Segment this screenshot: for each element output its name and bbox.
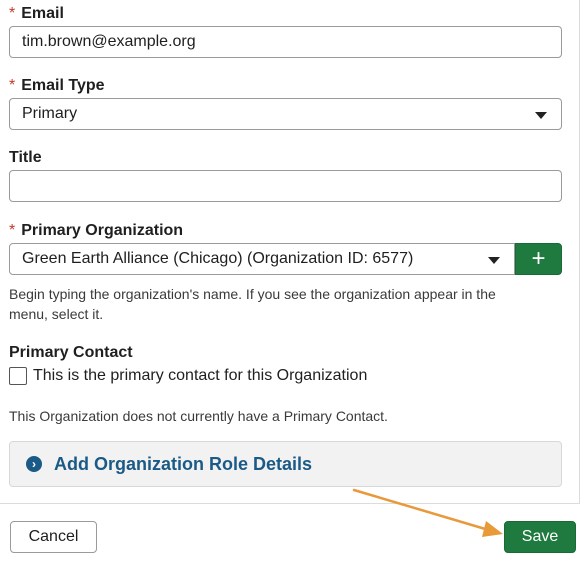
arrow-shaft [352,488,494,533]
email-type-label: * Email Type [9,76,105,96]
contact-form-page: * Email tim.brown@example.org * Email Ty… [0,0,580,566]
title-label: Title [9,148,42,168]
primary-organization-help: Begin typing the organization's name. If… [9,284,562,324]
chevron-right-icon: › [26,456,42,472]
primary-contact-label-text: Primary Contact [9,344,133,361]
email-field[interactable]: tim.brown@example.org [9,26,562,58]
caret-down-icon [535,112,547,119]
primary-contact-checkbox-row[interactable]: This is the primary contact for this Org… [9,367,367,385]
required-marker: * [9,77,16,94]
help-line-1: Begin typing the organization's name. If… [9,286,496,302]
caret-down-icon [488,257,500,264]
primary-organization-selected: Green Earth Alliance (Chicago) (Organiza… [22,250,414,267]
email-type-selected: Primary [22,105,78,122]
primary-organization-select[interactable]: Green Earth Alliance (Chicago) (Organiza… [9,243,515,275]
primary-organization-label-text: Primary Organization [21,222,184,239]
email-type-label-text: Email Type [21,77,105,94]
footer-divider [0,503,580,504]
title-field[interactable] [9,170,562,202]
required-marker: * [9,222,16,239]
primary-contact-note: This Organization does not currently hav… [9,408,388,424]
plus-icon: + [531,245,546,272]
arrow-head [482,521,503,537]
accordion-title[interactable]: Add Organization Role Details [54,454,312,475]
email-label: * Email [9,4,64,24]
primary-contact-checkbox[interactable] [9,367,27,385]
help-line-2: menu, select it. [9,306,104,322]
primary-organization-label: * Primary Organization [9,221,183,241]
title-label-text: Title [9,149,42,166]
organization-role-accordion[interactable]: › Add Organization Role Details [9,441,562,487]
primary-organization-row: Green Earth Alliance (Chicago) (Organiza… [9,243,562,275]
email-label-text: Email [21,5,64,22]
add-organization-button[interactable]: + [515,243,562,275]
cancel-button[interactable]: Cancel [10,521,97,553]
email-type-select[interactable]: Primary [9,98,562,130]
required-marker: * [9,5,16,22]
primary-contact-label: Primary Contact [9,343,133,363]
email-field-value: tim.brown@example.org [22,33,196,50]
save-button[interactable]: Save [504,521,576,553]
primary-contact-checkbox-label[interactable]: This is the primary contact for this Org… [33,367,367,385]
